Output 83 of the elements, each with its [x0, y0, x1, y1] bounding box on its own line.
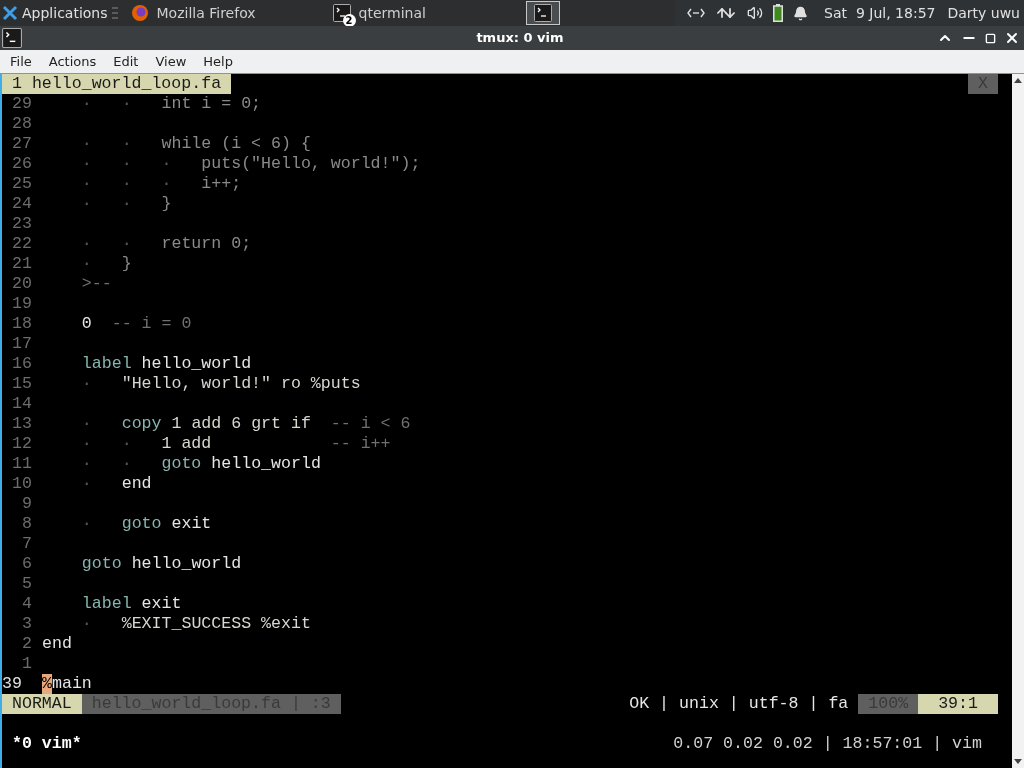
line-number: 18	[11, 314, 32, 334]
line-number: 39	[2, 674, 23, 694]
close-icon[interactable]	[1004, 30, 1020, 46]
code-line: · end	[80, 474, 152, 494]
line-number: 1	[21, 654, 32, 674]
line-number: 3	[21, 614, 32, 634]
line-number: 9	[21, 494, 32, 514]
applications-menu[interactable]: Applications	[0, 0, 112, 26]
line-number: 23	[11, 214, 32, 234]
code-line: · "Hello, world!" ro %puts	[80, 374, 361, 394]
line-number: 16	[11, 354, 32, 374]
line-number: 19	[11, 294, 32, 314]
code-line: goto hello_world	[80, 554, 242, 574]
code-line: · · · i++;	[80, 174, 242, 194]
line-number: 2	[21, 634, 32, 654]
tmux-window-list: *0 vim*	[2, 734, 82, 754]
file-format-info: OK | unix | utf-8 | fa	[629, 694, 850, 714]
browser-icon	[130, 4, 149, 22]
clock: Sat 9 Jul, 18:57	[824, 3, 936, 23]
code-line: · · return 0;	[80, 234, 252, 254]
menu-item[interactable]: View	[148, 51, 194, 72]
line-number: 24	[11, 194, 32, 214]
code-line: · · · puts("Hello, world!");	[80, 154, 421, 174]
code-line: · · while (i < 6) {	[80, 134, 311, 154]
line-number: 25	[11, 174, 32, 194]
line-number: 29	[11, 94, 32, 114]
handle-icon	[111, 7, 118, 19]
line-number: 21	[11, 254, 32, 274]
line-number: 11	[11, 454, 32, 474]
buffer-tab[interactable]: 1 hello_world_loop.fa	[2, 74, 232, 94]
x-logo-icon	[2, 5, 18, 21]
line-number: 8	[21, 514, 32, 534]
scroll-up-icon[interactable]	[1014, 78, 1022, 83]
code-line: · · goto hello_world	[80, 454, 321, 474]
code-line: · · 1 add -- i++	[80, 434, 391, 454]
code-line: · %EXIT_SUCCESS %exit	[80, 614, 311, 634]
line-number: 20	[11, 274, 32, 294]
line-number: 28	[11, 114, 32, 134]
line-number: 22	[11, 234, 32, 254]
code-line: end	[42, 634, 72, 654]
terminal-icon	[533, 4, 552, 22]
line-number: 12	[11, 434, 32, 454]
taskbar-button[interactable]: Mozilla Firefox	[121, 1, 322, 25]
code-line: · }	[80, 254, 132, 274]
code-line: · copy 1 add 6 grt if -- i < 6	[80, 414, 411, 434]
transfer-icon	[715, 6, 738, 20]
line-number: 17	[11, 334, 32, 354]
code-line: label exit	[80, 594, 182, 614]
line-number: 4	[21, 594, 32, 614]
battery-icon	[773, 4, 784, 22]
window-icon	[2, 28, 22, 48]
line-number: 15	[11, 374, 32, 394]
line-number: 6	[21, 554, 32, 574]
menu-item[interactable]: Help	[196, 51, 240, 72]
tmux-status: 0.07 0.02 0.02 | 18:57:01 | vim	[673, 734, 983, 754]
mode-indicator: NORMAL	[2, 694, 82, 714]
code-line: >--	[80, 274, 112, 294]
window-title: tmux: 0 vim	[475, 29, 565, 48]
line-number: 13	[11, 414, 32, 434]
code-line: · goto exit	[80, 514, 212, 534]
line-number: 7	[21, 534, 32, 554]
terminal-icon	[332, 4, 351, 22]
menu-item[interactable]: Actions	[41, 51, 104, 72]
scrollbar[interactable]	[1012, 74, 1024, 768]
line-number: 26	[11, 154, 32, 174]
menu-item[interactable]: Edit	[106, 51, 146, 72]
line-number: 5	[21, 574, 32, 594]
code-line: label hello_world	[80, 354, 252, 374]
user-name: Darty uwu	[947, 3, 1020, 23]
cursor-position: 39:1	[918, 694, 998, 714]
maximize-icon[interactable]	[985, 32, 996, 44]
line-number: 27	[11, 134, 32, 154]
line-number: 10	[11, 474, 32, 494]
code-line: 0 -- i = 0	[80, 314, 192, 334]
volume-icon	[747, 5, 764, 21]
network-icon	[687, 8, 706, 18]
notification-icon	[793, 5, 809, 21]
line-number: 14	[11, 394, 32, 414]
code-line: · · int i = 0;	[80, 94, 262, 114]
code-line: · · }	[80, 194, 172, 214]
menu-item[interactable]: File	[3, 51, 39, 72]
scroll-down-icon[interactable]	[1014, 759, 1022, 764]
taskbar-button[interactable]	[525, 1, 560, 25]
